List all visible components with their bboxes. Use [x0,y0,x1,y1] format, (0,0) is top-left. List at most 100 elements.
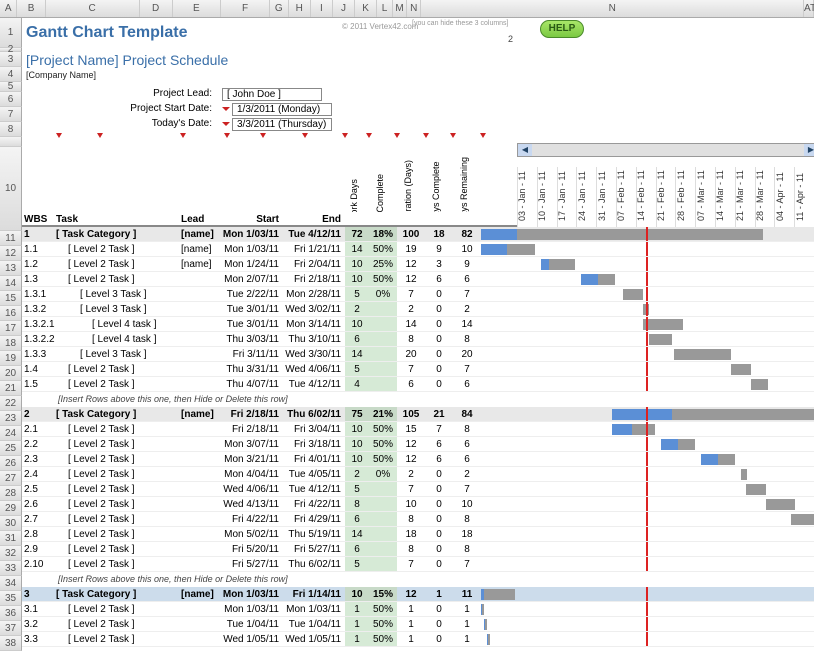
wbs-cell[interactable]: 3 [22,587,56,601]
duration-cell[interactable]: 12 [397,587,425,601]
duration-cell[interactable]: 14 [397,317,425,331]
lead-cell[interactable] [181,332,221,346]
row-header-10[interactable]: 10 [0,147,22,231]
help-button[interactable]: HELP [540,20,584,38]
percent-cell[interactable] [369,362,397,376]
header-start[interactable]: Start [221,212,283,225]
lead-cell[interactable] [181,302,221,316]
days-complete-cell[interactable]: 0 [425,362,453,376]
duration-cell[interactable]: 20 [397,347,425,361]
task-name-cell[interactable]: [ Level 4 task ] [56,317,181,331]
workdays-cell[interactable]: 5 [345,557,369,571]
row-header-5[interactable]: 5 [0,82,22,92]
row-header-28[interactable]: 28 [0,486,22,501]
row-header-16[interactable]: 16 [0,306,22,321]
schedule-title[interactable]: [Project Name] Project Schedule [26,52,814,68]
task-row[interactable]: 1[ Task Category ][name]Mon 1/03/11Tue 4… [22,227,814,242]
days-remaining-cell[interactable]: 9 [453,257,481,271]
wbs-cell[interactable]: 1.3 [22,272,56,286]
lead-cell[interactable] [181,377,221,391]
workdays-cell[interactable]: 2 [345,467,369,481]
workdays-cell[interactable]: 2 [345,302,369,316]
lead-cell[interactable] [181,467,221,481]
col-header-M[interactable]: M [393,0,407,17]
date-header-cell[interactable]: 28 - Feb - 11 [675,167,695,227]
wbs-cell[interactable]: 3.3 [22,632,56,646]
start-date-value[interactable]: 1/3/2011 (Monday) [232,103,332,116]
header-end[interactable]: End [283,212,345,225]
col-header-K[interactable]: K [355,0,377,17]
end-cell[interactable]: Thu 6/02/11 [283,407,345,421]
row-header-4[interactable]: 4 [0,67,22,82]
percent-cell[interactable]: 50% [369,272,397,286]
percent-cell[interactable]: 0% [369,467,397,481]
workdays-cell[interactable]: 1 [345,632,369,646]
col-header-B[interactable]: B [17,0,45,17]
days-complete-cell[interactable]: 18 [425,227,453,241]
col-header-A[interactable]: A [0,0,17,17]
percent-cell[interactable] [369,527,397,541]
project-lead-value[interactable]: [ John Doe ] [222,88,322,101]
wbs-cell[interactable]: 2 [22,407,56,421]
end-cell[interactable]: Wed 4/06/11 [283,362,345,376]
workdays-cell[interactable]: 14 [345,347,369,361]
end-cell[interactable]: Tue 4/12/11 [283,377,345,391]
days-remaining-cell[interactable]: 7 [453,557,481,571]
days-remaining-cell[interactable]: 1 [453,632,481,646]
task-name-cell[interactable]: [ Level 2 Task ] [56,377,181,391]
col-header-N[interactable]: N [421,0,804,17]
percent-cell[interactable] [369,317,397,331]
task-row[interactable]: 2.3[ Level 2 Task ]Mon 3/21/11Fri 4/01/1… [22,452,814,467]
task-row[interactable]: 2.5[ Level 2 Task ]Wed 4/06/11Tue 4/12/1… [22,482,814,497]
task-name-cell[interactable]: [ Level 2 Task ] [56,437,181,451]
wbs-cell[interactable]: 1 [22,227,56,241]
end-cell[interactable]: Fri 3/04/11 [283,422,345,436]
end-cell[interactable]: Thu 3/10/11 [283,332,345,346]
lead-cell[interactable] [181,542,221,556]
lead-cell[interactable] [181,482,221,496]
wbs-cell[interactable]: 1.4 [22,362,56,376]
task-name-cell[interactable]: [ Level 2 Task ] [56,542,181,556]
task-row[interactable]: 1.3.2.1[ Level 4 task ]Tue 3/01/11Mon 3/… [22,317,814,332]
days-remaining-cell[interactable]: 18 [453,527,481,541]
duration-cell[interactable]: 8 [397,542,425,556]
duration-cell[interactable]: 2 [397,467,425,481]
row-headers[interactable]: 1234567810111213141516171819202122232425… [0,18,22,651]
row-header-14[interactable]: 14 [0,276,22,291]
percent-cell[interactable] [369,497,397,511]
workdays-cell[interactable]: 10 [345,437,369,451]
date-header-cell[interactable]: 07 - Feb - 11 [616,167,636,227]
days-remaining-cell[interactable]: 8 [453,512,481,526]
workdays-cell[interactable]: 6 [345,542,369,556]
lead-cell[interactable] [181,437,221,451]
days-complete-cell[interactable]: 0 [425,512,453,526]
days-complete-cell[interactable]: 0 [425,482,453,496]
end-cell[interactable]: Wed 3/30/11 [283,347,345,361]
wbs-cell[interactable]: 2.1 [22,422,56,436]
end-cell[interactable]: Mon 3/14/11 [283,317,345,331]
days-complete-cell[interactable]: 0 [425,467,453,481]
header-wbs[interactable]: WBS [22,212,56,225]
wbs-cell[interactable]: 2.7 [22,512,56,526]
wbs-cell[interactable]: 2.5 [22,482,56,496]
start-cell[interactable]: Tue 2/22/11 [221,287,283,301]
days-remaining-cell[interactable]: 6 [453,272,481,286]
days-complete-cell[interactable]: 0 [425,287,453,301]
date-header-cell[interactable]: 17 - Jan - 11 [557,167,577,227]
task-name-cell[interactable]: [ Level 2 Task ] [56,557,181,571]
end-cell[interactable]: Fri 4/22/11 [283,497,345,511]
workdays-cell[interactable]: 75 [345,407,369,421]
task-name-cell[interactable]: [ Level 3 Task ] [56,287,181,301]
start-cell[interactable]: Tue 3/01/11 [221,302,283,316]
end-cell[interactable]: Tue 1/04/11 [283,617,345,631]
end-cell[interactable]: Fri 4/29/11 [283,512,345,526]
days-complete-cell[interactable]: 7 [425,422,453,436]
percent-cell[interactable] [369,377,397,391]
task-row[interactable]: 3.2[ Level 2 Task ]Tue 1/04/11Tue 1/04/1… [22,617,814,632]
percent-cell[interactable] [369,542,397,556]
date-header-cell[interactable]: 04 - Apr - 11 [774,167,794,227]
duration-cell[interactable]: 1 [397,632,425,646]
date-header-cell[interactable]: 21 - Mar - 11 [735,167,755,227]
duration-cell[interactable]: 7 [397,287,425,301]
task-name-cell[interactable]: [ Level 2 Task ] [56,362,181,376]
